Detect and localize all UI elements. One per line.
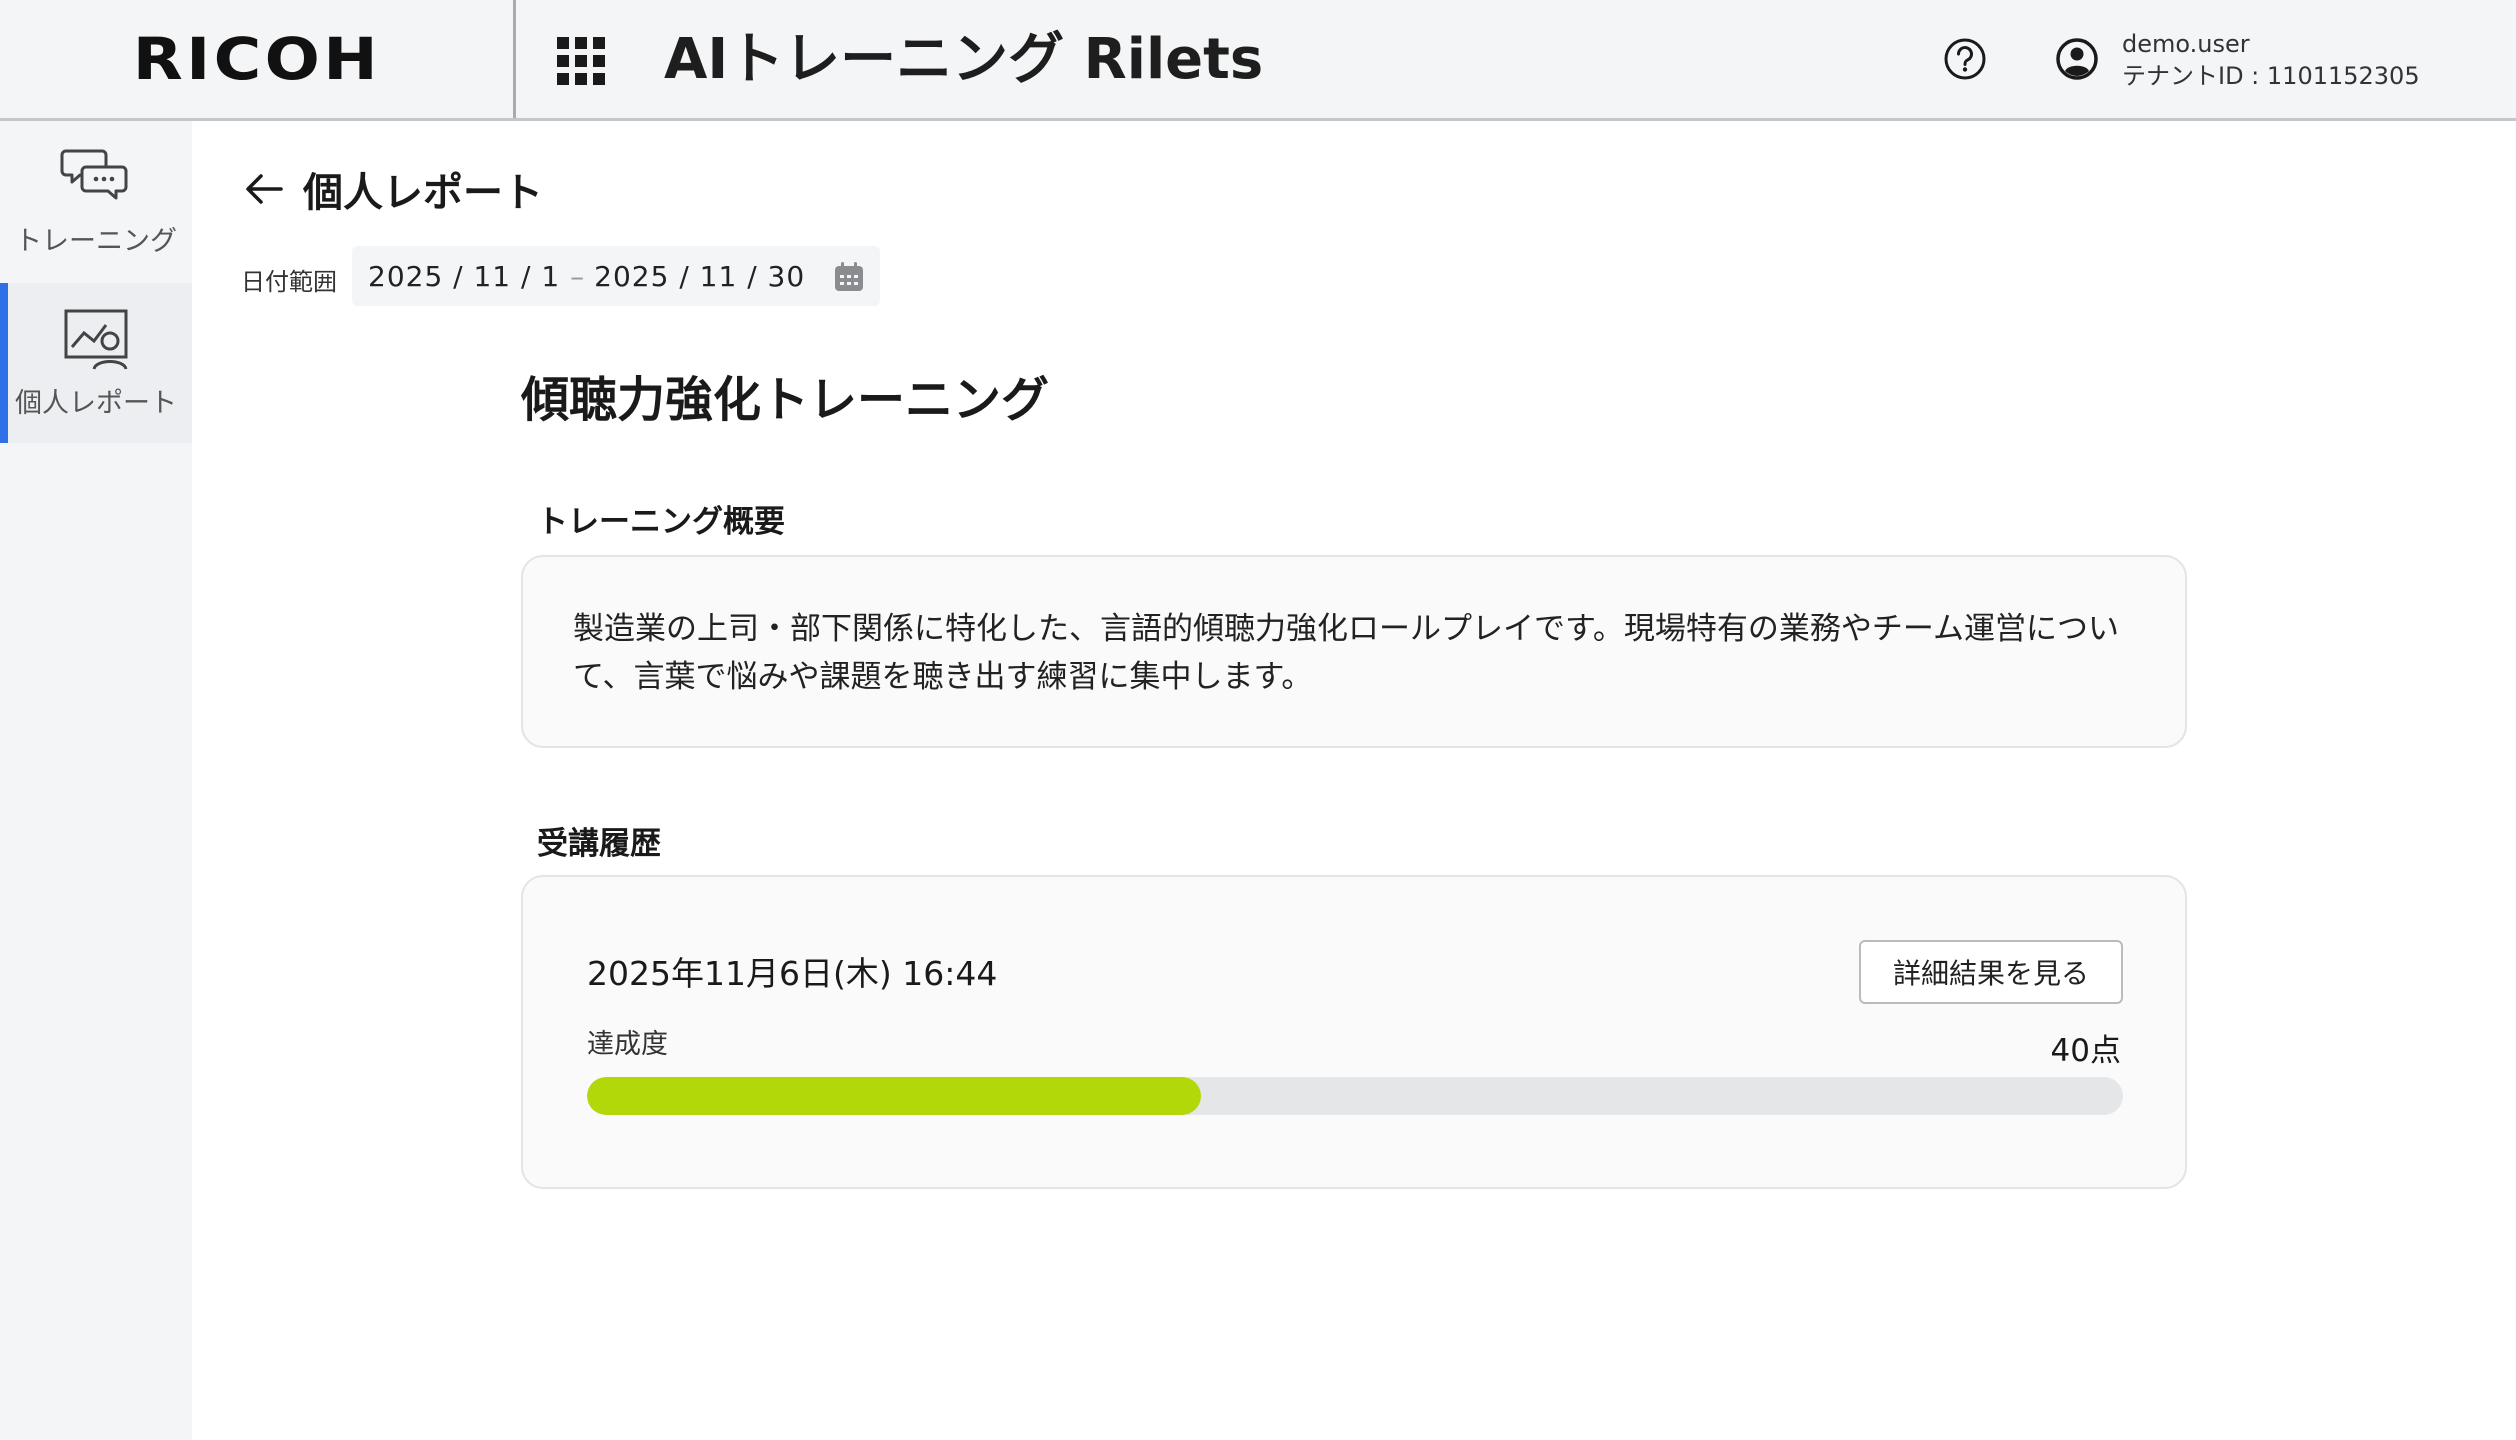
tenant-id: テナントID : 1101152305 — [2122, 62, 2420, 90]
apps-grid-icon[interactable] — [556, 36, 606, 86]
logo-area: RICOH — [0, 0, 516, 118]
ricoh-logo: RICOH — [132, 25, 381, 93]
course-title: 傾聴力強化トレーニング — [521, 372, 1050, 428]
page-title: 個人レポート — [303, 170, 543, 216]
date-to: 2025 / 11 / 30 — [594, 259, 806, 293]
top-header: RICOH AIトレーニング Rilets demo.user テナントID :… — [0, 0, 2516, 121]
help-icon[interactable] — [1943, 37, 1987, 81]
user-info[interactable]: demo.user テナントID : 1101152305 — [2122, 28, 2420, 92]
achievement-progress-bar — [587, 1077, 2123, 1115]
report-person-icon — [64, 309, 128, 370]
user-avatar-icon[interactable] — [2055, 37, 2099, 81]
history-heading: 受講履歴 — [537, 826, 661, 862]
view-details-button[interactable]: 詳細結果を見る — [1859, 940, 2123, 1004]
chat-bubbles-icon — [60, 149, 128, 199]
history-datetime: 2025年11月6日(木) 16:44 — [587, 954, 998, 993]
sidebar-item-label: 個人レポート — [15, 387, 177, 419]
sidebar-item-personal-report[interactable]: 個人レポート — [0, 283, 192, 443]
overview-heading: トレーニング概要 — [537, 504, 785, 540]
sidebar-item-training[interactable]: トレーニング — [0, 121, 192, 281]
page-header: 個人レポート — [241, 160, 543, 218]
achievement-progress-fill — [587, 1077, 1202, 1115]
app-title: AIトレーニング Rilets — [664, 27, 1264, 92]
date-separator: – — [570, 259, 585, 293]
calendar-icon[interactable] — [832, 260, 866, 294]
achievement-label: 達成度 — [587, 1029, 668, 1060]
overview-text: 製造業の上司・部下関係に特化した、言語的傾聴力強化ロールプレイです。現場特有の業… — [573, 611, 2119, 695]
sidebar-item-label: トレーニング — [15, 225, 177, 257]
date-range-picker[interactable]: 2025 / 11 / 1 – 2025 / 11 / 30 — [352, 246, 880, 306]
score-value: 40点 — [2050, 1033, 2121, 1069]
sidebar: トレーニング 個人レポート — [0, 121, 192, 1440]
back-arrow-icon[interactable] — [241, 166, 287, 212]
date-from: 2025 / 11 / 1 — [368, 259, 561, 293]
overview-card: 製造業の上司・部下関係に特化した、言語的傾聴力強化ロールプレイです。現場特有の業… — [521, 555, 2187, 748]
user-name: demo.user — [2122, 30, 2250, 58]
date-range-label: 日付範囲 — [241, 268, 337, 296]
history-card: 2025年11月6日(木) 16:44 詳細結果を見る 達成度 40点 — [521, 875, 2187, 1189]
